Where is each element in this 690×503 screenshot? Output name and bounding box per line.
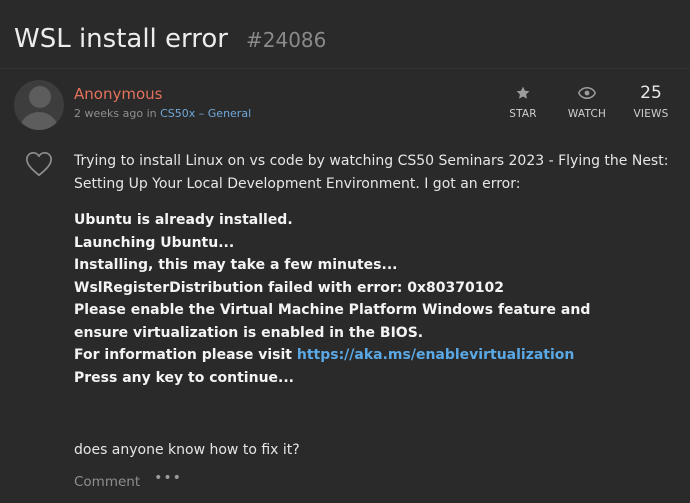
error-line-5: Please enable the Virtual Machine Platfo… [74, 302, 591, 341]
star-label: STAR [509, 108, 537, 120]
error-line-3: Installing, this may take a few minutes.… [74, 257, 398, 273]
error-line-6: For information please visit https://aka… [74, 344, 674, 367]
avatar[interactable] [14, 80, 64, 130]
info-prefix: For information please visit [74, 347, 292, 363]
comment-button[interactable]: Comment [74, 474, 140, 490]
error-line-4: WslRegisterDistribution failed with erro… [74, 279, 504, 296]
watch-button[interactable]: WATCH [559, 82, 615, 120]
meta-in: in [146, 107, 157, 120]
post-body: Trying to install Linux on vs code by wa… [74, 150, 674, 462]
post-page: WSL install error #24086 Anonymous 2 wee… [0, 0, 690, 503]
post-title: WSL install error [14, 24, 228, 54]
post-time: 2 weeks ago [74, 107, 144, 120]
post-actions: Comment ••• [74, 470, 182, 490]
post-meta: 2 weeks ago in CS50x – General [74, 107, 251, 120]
avatar-head [29, 86, 51, 108]
post-header: WSL install error #24086 [14, 24, 326, 54]
error-output: Ubuntu is already installed. Launching U… [74, 209, 674, 389]
watch-label: WATCH [567, 108, 607, 120]
eye-icon [578, 86, 596, 100]
heart-icon[interactable] [24, 150, 54, 178]
more-options-icon[interactable]: ••• [154, 470, 182, 486]
avatar-body [19, 112, 59, 130]
author-name[interactable]: Anonymous [74, 85, 162, 103]
error-line-1: Ubuntu is already installed. [74, 212, 293, 228]
error-line-7: Press any key to continue... [74, 369, 294, 386]
post-intro: Trying to install Linux on vs code by wa… [74, 153, 669, 192]
error-line-2: Launching Ubuntu... [74, 234, 235, 251]
star-icon [516, 86, 530, 99]
views-label: VIEWS [633, 108, 669, 120]
views-count: 25 [640, 83, 662, 103]
enable-virtualization-link[interactable]: https://aka.ms/enablevirtualization [297, 347, 575, 363]
category-link[interactable]: CS50x – General [160, 107, 251, 120]
header-divider [0, 68, 690, 69]
post-id: #24086 [246, 28, 327, 52]
post-question: does anyone know how to fix it? [74, 442, 300, 458]
views-stat: 25 VIEWS [623, 82, 679, 120]
star-button[interactable]: STAR [495, 82, 551, 120]
